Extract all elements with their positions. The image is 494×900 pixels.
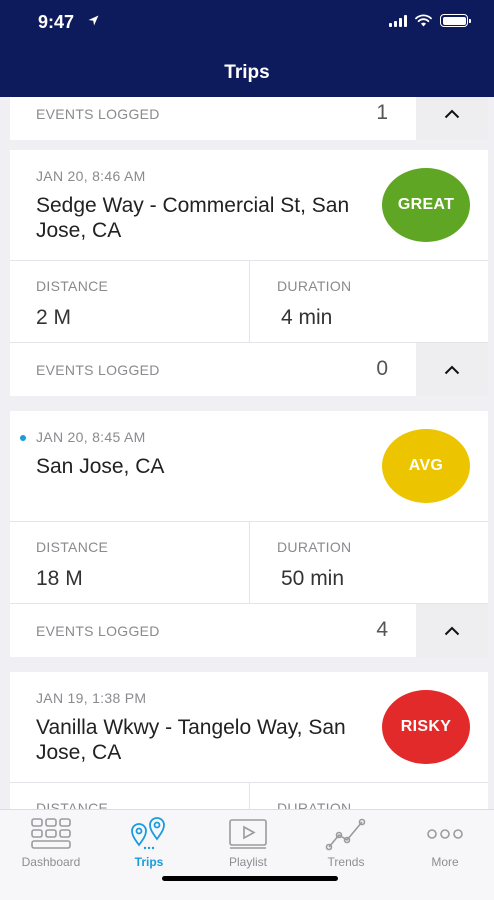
tab-label: Dashboard (21, 855, 81, 869)
trip-card[interactable]: JAN 20, 8:45 AM San Jose, CA AVG DISTANC… (10, 411, 488, 657)
tab-label: Trips (134, 855, 164, 869)
rating-badge: AVG (382, 429, 470, 503)
tab-trends[interactable]: Trends (301, 816, 391, 869)
rating-badge: GREAT (382, 168, 470, 242)
trip-header[interactable]: JAN 19, 1:38 PM Vanilla Wkwy - Tangelo W… (10, 672, 488, 783)
distance-stat: DISTANCE 18 M (10, 522, 249, 603)
trip-stats: DISTANCE 2 M DURATION 4 min (10, 261, 488, 343)
tab-label: Playlist (228, 855, 267, 869)
events-row: EVENTS LOGGED 4 (10, 604, 488, 657)
chevron-up-icon (444, 109, 460, 118)
events-label: EVENTS LOGGED (36, 623, 160, 639)
distance-label: DISTANCE (36, 278, 109, 294)
distance-value: 18 M (36, 567, 83, 590)
tab-playlist[interactable]: Playlist (203, 816, 293, 869)
trip-datetime: JAN 20, 8:46 AM (36, 168, 146, 184)
battery-icon (440, 14, 471, 27)
duration-stat: DURATION 50 min (249, 522, 488, 603)
app-header: 9:47 Trips (0, 0, 494, 97)
trip-datetime: JAN 19, 1:38 PM (36, 690, 147, 706)
events-row: EVENTS LOGGED 0 (10, 343, 488, 396)
tab-dashboard[interactable]: Dashboard (6, 816, 96, 869)
duration-value: 50 min (281, 567, 345, 590)
trip-datetime: JAN 20, 8:45 AM (36, 429, 146, 445)
trip-header[interactable]: JAN 20, 8:45 AM San Jose, CA AVG (10, 411, 488, 522)
duration-stat: DURATION 4 min (249, 261, 488, 342)
tab-label: Trends (327, 855, 365, 869)
duration-label: DURATION (277, 278, 352, 294)
events-label: EVENTS LOGGED (36, 106, 160, 122)
distance-stat: DISTANCE 2 M (10, 261, 249, 342)
tab-trips[interactable]: Trips (104, 816, 194, 869)
collapse-button[interactable] (416, 604, 488, 657)
chevron-up-icon (444, 365, 460, 374)
rating-badge: RISKY (382, 690, 470, 764)
trip-card[interactable]: EVENTS LOGGED 1 (10, 97, 488, 140)
map-pins-icon (131, 817, 165, 850)
tab-label: More (431, 855, 459, 869)
distance-stat: DISTANCE (10, 783, 249, 809)
chevron-up-icon (444, 626, 460, 635)
distance-value: 2 M (36, 306, 72, 329)
trip-card[interactable]: JAN 19, 1:38 PM Vanilla Wkwy - Tangelo W… (10, 672, 488, 809)
tab-more[interactable]: More (400, 816, 490, 869)
distance-label: DISTANCE (36, 800, 109, 809)
events-count: 0 (376, 357, 388, 380)
trend-line-icon (325, 818, 366, 851)
home-indicator (162, 876, 338, 881)
trip-header[interactable]: JAN 20, 8:46 AM Sedge Way - Commercial S… (10, 150, 488, 261)
duration-label: DURATION (277, 800, 352, 809)
events-count: 1 (376, 101, 388, 124)
duration-value: 4 min (281, 306, 333, 329)
trip-route: Sedge Way - Commercial St, San Jose, CA (36, 194, 350, 242)
trip-route: Vanilla Wkwy - Tangelo Way, San Jose, CA (36, 716, 346, 764)
trip-route: San Jose, CA (36, 455, 165, 478)
duration-stat: DURATION (249, 783, 488, 809)
distance-label: DISTANCE (36, 539, 109, 555)
tab-bar: Dashboard Trips Playlist Trends More (0, 809, 494, 900)
events-label: EVENTS LOGGED (36, 362, 160, 378)
collapse-button[interactable] (416, 97, 488, 140)
events-count: 4 (376, 618, 388, 641)
trip-stats: DISTANCE DURATION (10, 783, 488, 809)
collapse-button[interactable] (416, 343, 488, 396)
events-row: EVENTS LOGGED 1 (10, 97, 488, 140)
wifi-icon (415, 14, 432, 27)
page-title: Trips (224, 62, 270, 83)
status-time: 9:47 (38, 12, 75, 32)
trip-stats: DISTANCE 18 M DURATION 50 min (10, 522, 488, 604)
cellular-signal-icon (389, 14, 407, 27)
trip-card[interactable]: JAN 20, 8:46 AM Sedge Way - Commercial S… (10, 150, 488, 396)
trips-list[interactable]: EVENTS LOGGED 1 JAN 20, 8:46 AM Sedge Wa… (0, 97, 494, 809)
location-arrow-icon (88, 15, 99, 26)
duration-label: DURATION (277, 539, 352, 555)
unread-dot (20, 435, 26, 441)
status-bar: 9:47 (0, 0, 494, 44)
video-play-icon (229, 819, 267, 849)
more-dots-icon (427, 829, 463, 839)
dashboard-grid-icon (31, 818, 71, 849)
